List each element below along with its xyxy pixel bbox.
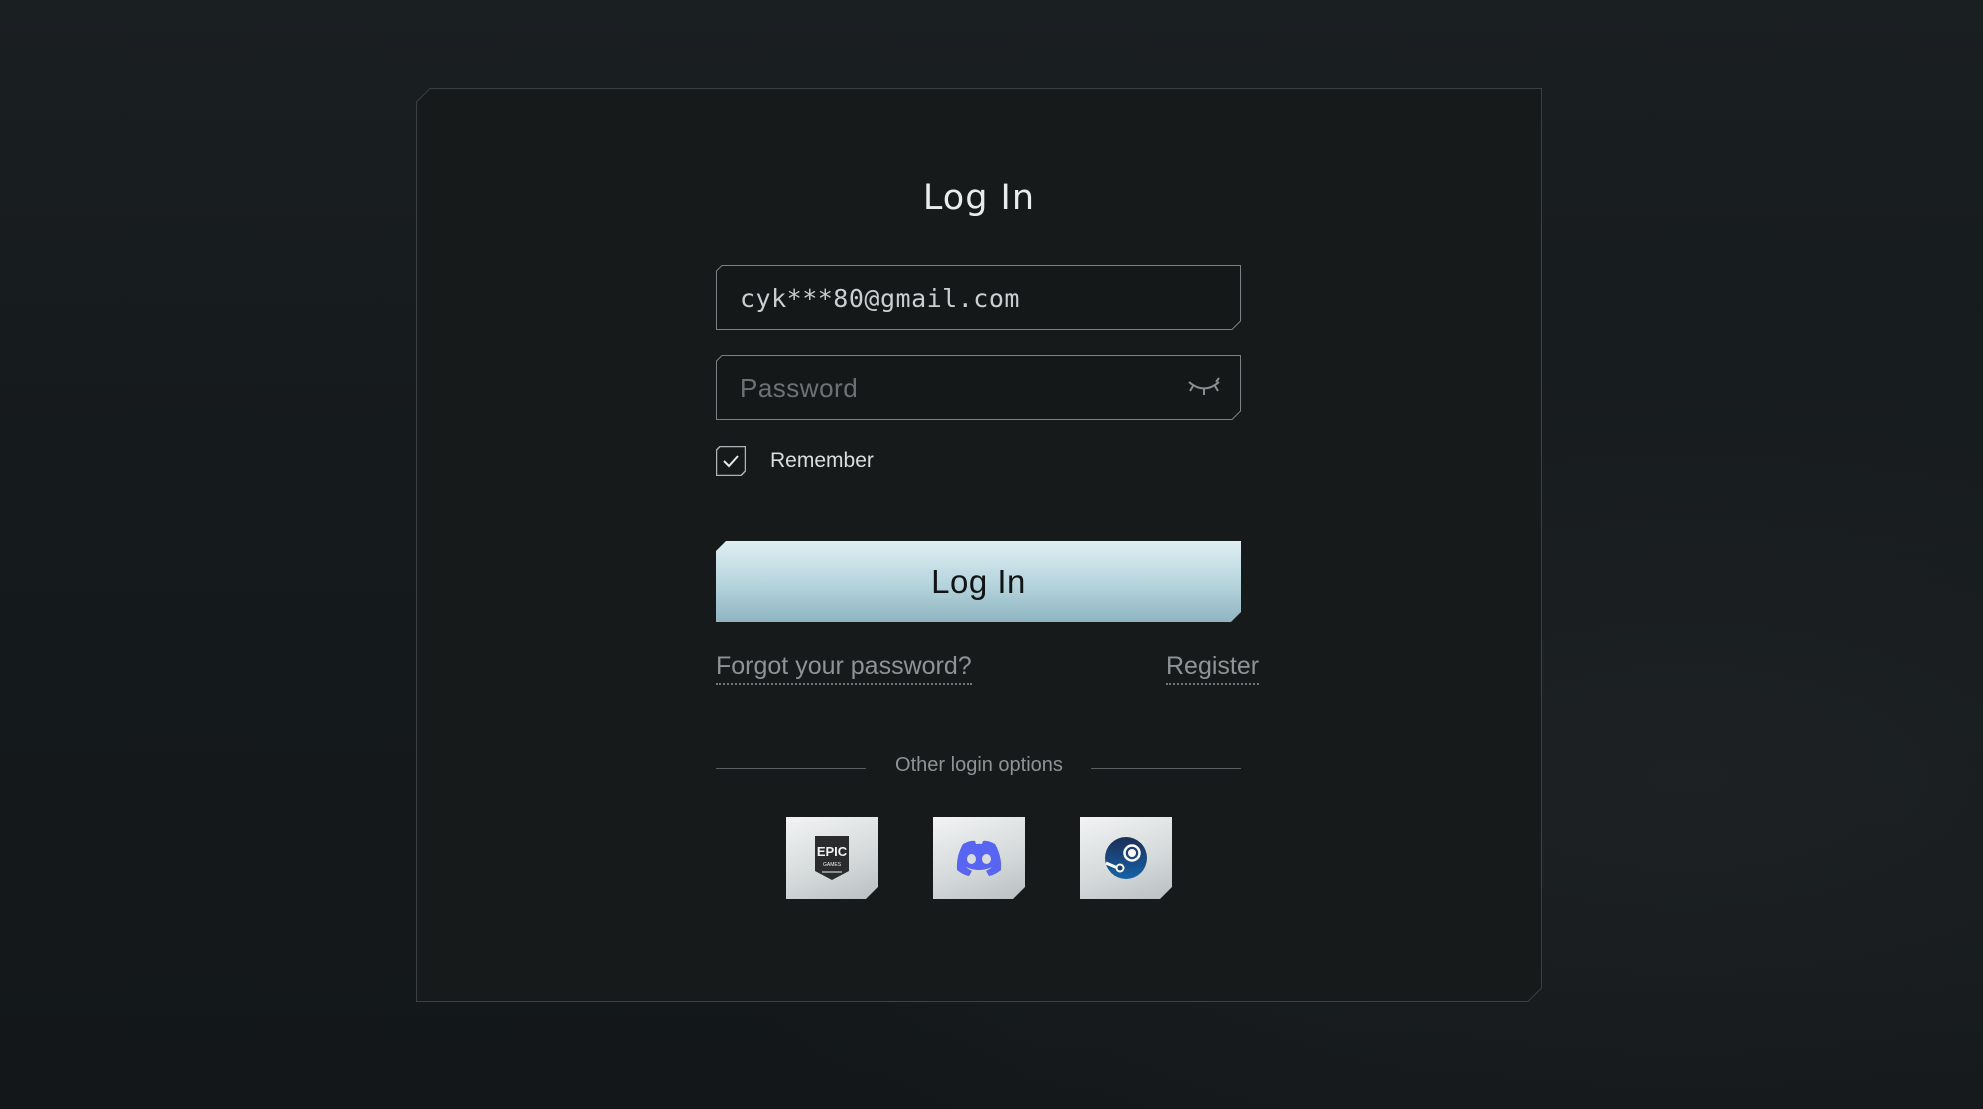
email-input[interactable] xyxy=(738,273,1182,323)
forgot-password-link[interactable]: Forgot your password? xyxy=(716,652,972,685)
epic-games-login-button[interactable]: EPIC GAMES xyxy=(786,817,878,899)
remember-checkbox[interactable] xyxy=(715,445,747,477)
password-field-container xyxy=(716,355,1241,420)
divider-line-right xyxy=(1091,768,1241,769)
register-link[interactable]: Register xyxy=(1166,652,1260,685)
divider-line-left xyxy=(716,768,866,769)
discord-icon xyxy=(954,839,1004,877)
page-title: Log In xyxy=(922,178,1036,218)
checkmark-icon xyxy=(715,445,747,477)
password-input[interactable] xyxy=(738,363,1182,413)
svg-text:EPIC: EPIC xyxy=(817,844,848,859)
remember-label: Remember xyxy=(770,449,874,472)
login-button[interactable]: Log In xyxy=(716,541,1241,622)
other-login-options-label: Other login options xyxy=(895,754,1063,776)
steam-login-button[interactable] xyxy=(1080,817,1172,899)
remember-row: Remember xyxy=(715,445,874,477)
eye-closed-icon[interactable] xyxy=(1187,373,1221,401)
epic-games-icon: EPIC GAMES xyxy=(812,835,852,881)
svg-text:GAMES: GAMES xyxy=(823,862,842,868)
email-field-container xyxy=(716,265,1241,330)
steam-icon xyxy=(1103,835,1149,881)
discord-login-button[interactable] xyxy=(933,817,1025,899)
